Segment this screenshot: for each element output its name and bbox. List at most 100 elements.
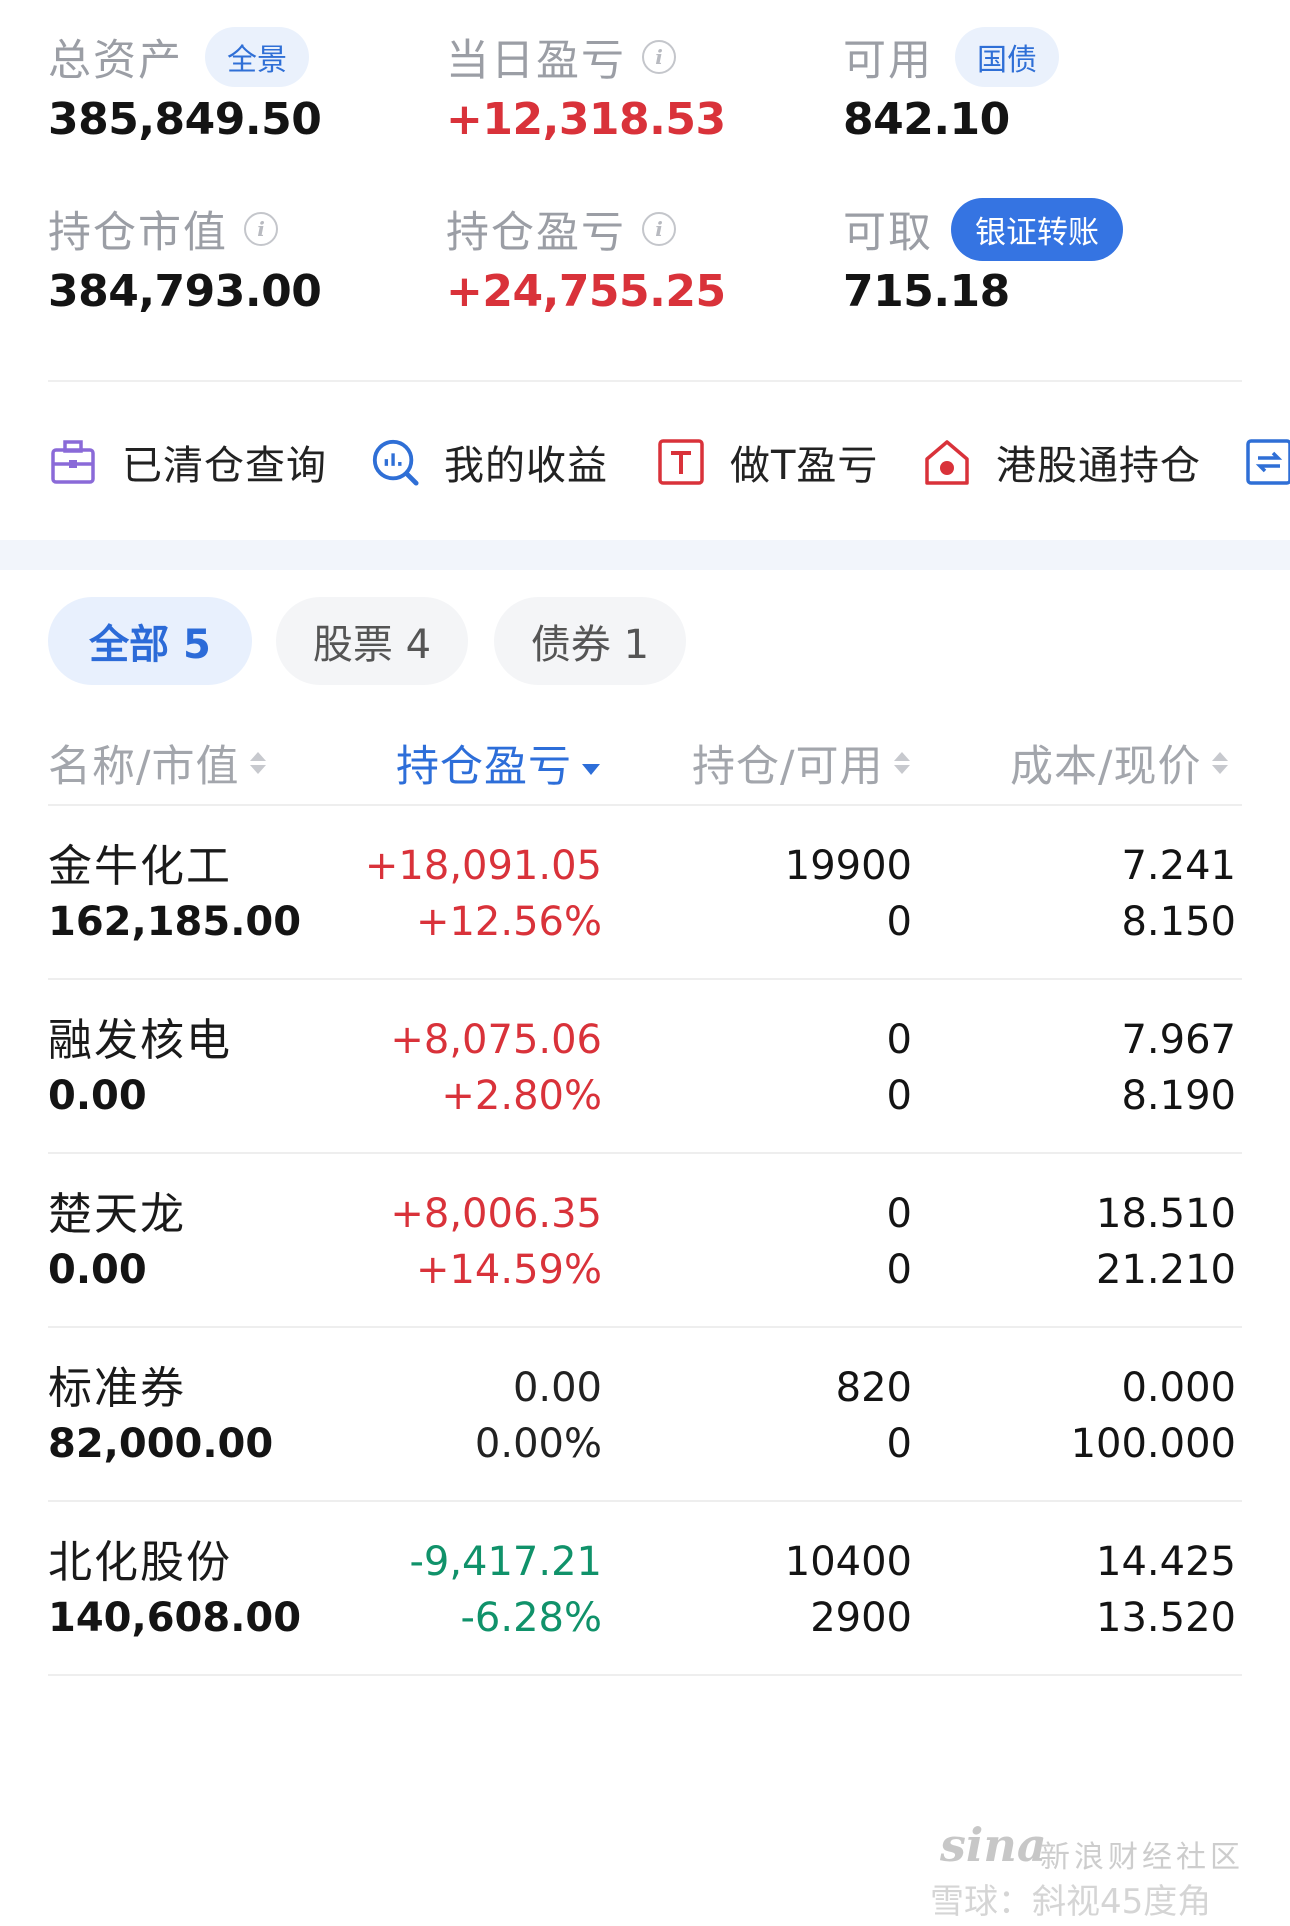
stock-name: 金牛化工: [48, 841, 232, 892]
sort-position-available[interactable]: 持仓/可用: [692, 728, 910, 798]
briefcase-icon: [48, 437, 98, 487]
watermark: sina 新浪财经社区 雪球：斜视45度角: [930, 1818, 1270, 1922]
market-value: 162,185.00: [48, 899, 302, 945]
position-pl-pct: +2.80%: [441, 1073, 602, 1119]
available-qty: 0: [886, 899, 912, 945]
quick-menu-label: 做T盈亏: [730, 443, 879, 489]
market-value-label: 持仓市值: [48, 208, 228, 258]
transfer-button[interactable]: [1244, 432, 1290, 492]
sort-desc-icon: [582, 751, 600, 775]
position-pl: -9,417.21: [409, 1539, 602, 1585]
position-pl-pct: 0.00%: [474, 1421, 602, 1467]
position-pl: +8,006.35: [390, 1191, 602, 1237]
market-value: 0.00: [48, 1247, 147, 1293]
t-trading-pl-button[interactable]: 做T盈亏: [656, 432, 878, 492]
position-pl: +18,091.05: [364, 843, 602, 889]
hk-house-icon: [922, 437, 972, 487]
table-row[interactable]: 北化股份 140,608.00 -9,417.21 -6.28% 10400 2900…: [48, 1502, 1242, 1676]
treasury-button[interactable]: 国债: [955, 27, 1059, 87]
available-value: 842.10: [843, 94, 1010, 145]
quick-menu-label: 已清仓查询: [122, 443, 327, 489]
sort-icon: [893, 752, 910, 774]
sort-icon: [249, 752, 266, 774]
sort-position-pl[interactable]: 持仓盈亏: [396, 728, 600, 798]
transfer-icon: [1244, 437, 1290, 487]
position-qty: 820: [835, 1365, 912, 1411]
current-price: 8.150: [1121, 899, 1236, 945]
panorama-button[interactable]: 全景: [205, 27, 309, 87]
watermark-community: 新浪财经社区: [1040, 1840, 1244, 1875]
position-qty: 0: [886, 1017, 912, 1063]
available-qty: 2900: [810, 1595, 912, 1641]
position-pl: 持仓盈亏 i +24,755.25: [446, 194, 726, 317]
position-pl-pct: +12.56%: [415, 899, 602, 945]
market-value: 持仓市值 i 384,793.00: [48, 194, 322, 317]
divider: [48, 380, 1242, 382]
position-qty: 19900: [784, 843, 912, 889]
column-header: 持仓/可用: [692, 742, 884, 792]
market-value: 140,608.00: [48, 1595, 302, 1641]
stock-name: 标准券: [48, 1363, 186, 1414]
watermark-author: 雪球：斜视45度角: [930, 1882, 1212, 1922]
position-pl-label: 持仓盈亏: [446, 208, 626, 258]
position-pl: 0.00: [512, 1365, 602, 1411]
quick-menu-label: 港股通持仓: [996, 443, 1201, 489]
info-icon[interactable]: i: [642, 40, 676, 74]
column-header: 成本/现价: [1010, 742, 1202, 792]
current-price: 13.520: [1096, 1595, 1236, 1641]
total-assets-value: 385,849.50: [48, 94, 322, 145]
cost-price: 18.510: [1096, 1191, 1236, 1237]
daily-pl: 当日盈亏 i +12,318.53: [446, 22, 726, 145]
available-qty: 0: [886, 1073, 912, 1119]
table-row[interactable]: 融发核电 0.00 +8,075.06 +2.80% 0 0 7.967 8.190: [48, 980, 1242, 1154]
section-separator: [0, 540, 1290, 570]
table-row[interactable]: 楚天龙 0.00 +8,006.35 +14.59% 0 0 18.510 21.210: [48, 1154, 1242, 1328]
position-qty: 10400: [784, 1539, 912, 1585]
bank-transfer-button[interactable]: 银证转账: [951, 197, 1123, 261]
cost-price: 7.967: [1121, 1017, 1236, 1063]
my-earnings-button[interactable]: 我的收益: [370, 432, 608, 492]
withdrawable-value: 715.18: [843, 266, 1010, 317]
total-assets-label: 总资产: [48, 36, 183, 86]
sort-icon: [1211, 752, 1228, 774]
cost-price: 0.000: [1121, 1365, 1236, 1411]
tab-all[interactable]: 全部 5: [48, 597, 252, 685]
info-icon[interactable]: i: [642, 212, 676, 246]
stock-name: 楚天龙: [48, 1189, 186, 1240]
tab-bonds[interactable]: 债券 1: [494, 597, 686, 685]
stock-name: 北化股份: [48, 1537, 232, 1588]
available-funds: 可用 国债 842.10: [843, 22, 1059, 145]
stock-name: 融发核电: [48, 1015, 232, 1066]
sort-cost-price[interactable]: 成本/现价: [1010, 728, 1228, 798]
position-pl-value: +24,755.25: [446, 266, 726, 317]
available-qty: 0: [886, 1421, 912, 1467]
current-price: 8.190: [1121, 1073, 1236, 1119]
position-qty: 0: [886, 1191, 912, 1237]
available-label: 可用: [843, 36, 933, 86]
account-summary: 总资产 全景 385,849.50 当日盈亏 i +12,318.53 可用 国…: [48, 22, 1248, 322]
position-pl-pct: +14.59%: [415, 1247, 602, 1293]
available-qty: 0: [886, 1247, 912, 1293]
current-price: 100.000: [1070, 1421, 1236, 1467]
market-value-value: 384,793.00: [48, 266, 322, 317]
withdrawable: 可取 银证转账 715.18: [843, 194, 1123, 317]
table-row[interactable]: 标准券 82,000.00 0.00 0.00% 820 0 0.000 100.000: [48, 1328, 1242, 1502]
t-box-icon: [656, 437, 706, 487]
info-icon[interactable]: i: [244, 212, 278, 246]
hk-connect-positions-button[interactable]: 港股通持仓: [922, 432, 1201, 492]
withdrawable-label: 可取: [843, 208, 933, 258]
market-value: 82,000.00: [48, 1421, 274, 1467]
daily-pl-value: +12,318.53: [446, 94, 726, 145]
position-pl: +8,075.06: [390, 1017, 602, 1063]
table-row[interactable]: 金牛化工 162,185.00 +18,091.05 +12.56% 19900 0 …: [48, 806, 1242, 980]
quick-menu-label: 我的收益: [444, 443, 608, 489]
chart-search-icon: [370, 437, 420, 487]
cleared-positions-button[interactable]: 已清仓查询: [48, 432, 327, 492]
cost-price: 14.425: [1096, 1539, 1236, 1585]
holdings-list: 金牛化工 162,185.00 +18,091.05 +12.56% 19900 0 …: [48, 806, 1242, 1676]
quick-menu: 已清仓查询 我的收益 做T盈亏 港股通持仓: [48, 432, 1290, 492]
column-header: 持仓盈亏: [396, 742, 572, 792]
sina-logo: sina: [940, 1818, 1047, 1872]
sort-name-market-value[interactable]: 名称/市值: [48, 728, 266, 798]
tab-stocks[interactable]: 股票 4: [276, 597, 468, 685]
